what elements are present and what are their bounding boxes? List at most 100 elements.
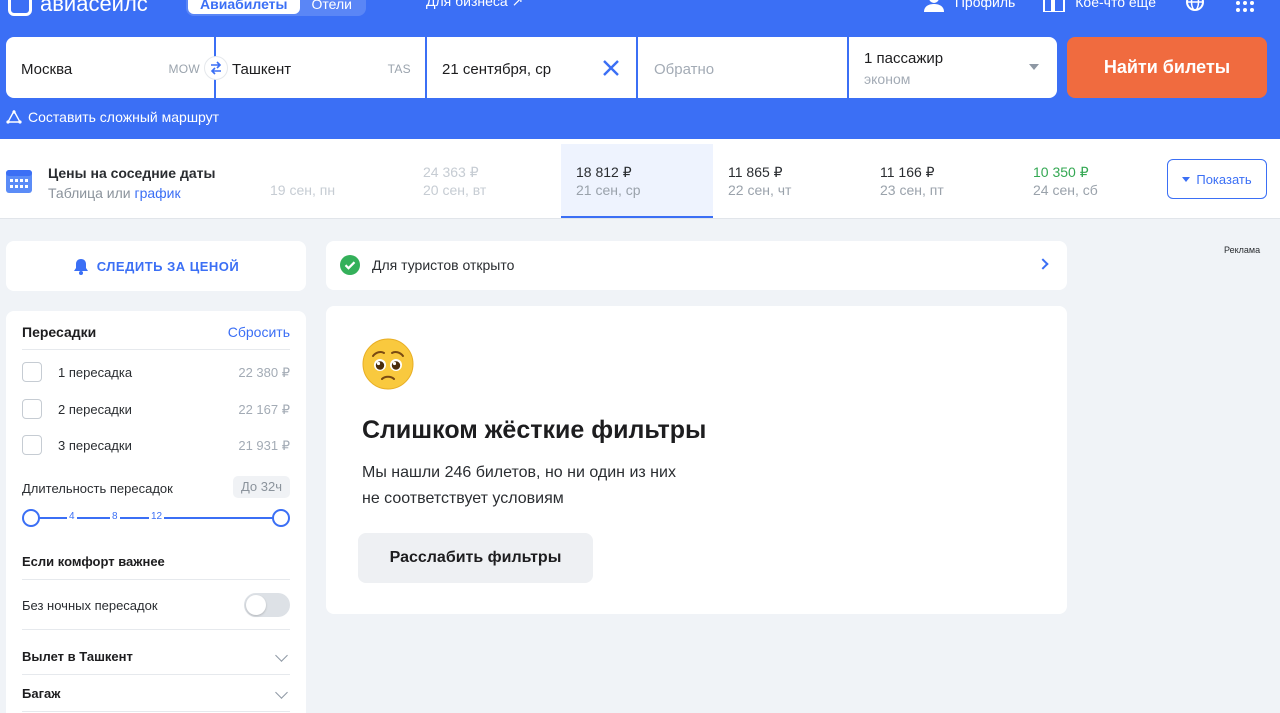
duration-label: Длительность пересадок (22, 481, 173, 496)
empty-description: Мы нашли 246 билетов, но ни один из них … (362, 460, 742, 512)
transfers-title: Пересадки (22, 324, 97, 340)
find-tickets-button[interactable]: Найти билеты (1067, 37, 1267, 98)
transfer-option[interactable]: 2 пересадки 22 167 ₽ (22, 399, 290, 423)
passenger-count: 1 пассажир (864, 50, 944, 67)
logo[interactable]: авиасейлс (8, 0, 148, 17)
clear-date-icon[interactable] (600, 57, 622, 79)
chevron-down-icon (275, 649, 288, 662)
tourist-notice[interactable]: Для туристов открыто (326, 241, 1067, 290)
transfer-option-label: 2 пересадки (58, 402, 132, 417)
toggle-knob (246, 595, 266, 615)
show-label: Показать (1196, 171, 1252, 187)
no-night-label: Без ночных пересадок (22, 598, 158, 613)
filters-panel: Пересадки Сбросить 1 пересадка 22 380 ₽ … (6, 311, 306, 713)
logo-icon (8, 0, 32, 16)
empty-desc-line: Мы нашли 246 билетов, но ни один из них (362, 464, 676, 481)
baggage-title: Багаж (22, 686, 61, 701)
date-cell[interactable]: 10 350 ₽ 24 сен, сб (1018, 144, 1158, 218)
duration-value: До 32ч (232, 476, 290, 498)
date-label: 24 сен, сб (1033, 182, 1098, 198)
date-price: 24 363 ₽ (423, 164, 479, 180)
transfer-option[interactable]: 1 пересадка 22 380 ₽ (22, 362, 290, 386)
ad-label: Реклама (1224, 245, 1261, 255)
pleading-face-icon (362, 338, 414, 390)
origin-field[interactable]: Москва MOW (6, 37, 228, 98)
date-label: 23 сен, пт (880, 182, 944, 198)
transfer-option-price: 22 380 ₽ (238, 365, 290, 380)
slider-max-handle[interactable] (272, 509, 290, 527)
swap-icon (210, 61, 222, 75)
reset-filters-link[interactable]: Сбросить (228, 324, 290, 340)
swap-button[interactable] (204, 56, 228, 80)
profile-label: Профиль (954, 0, 1016, 10)
checkbox[interactable] (22, 435, 42, 455)
apps-grid-icon[interactable] (1234, 0, 1256, 12)
slider-tick: 12 (149, 511, 165, 522)
transfer-option-price: 21 931 ₽ (238, 438, 290, 453)
date-price: 11 166 ₽ (880, 164, 935, 180)
complex-route-link[interactable]: Составить сложный маршрут (6, 109, 219, 125)
transfer-option[interactable]: 3 пересадки 21 931 ₽ (22, 435, 290, 459)
no-night-toggle[interactable] (244, 593, 290, 617)
chevron-right-icon (1037, 258, 1049, 270)
checkbox[interactable] (22, 362, 42, 382)
date-cell-selected[interactable]: 18 812 ₽ 21 сен, ср (561, 144, 713, 218)
divider (22, 674, 290, 675)
depart-date-field[interactable]: 21 сентября, ср (427, 37, 636, 98)
departure-title: Вылет в Ташкент (22, 649, 133, 664)
top-nav: авиасейлс Авиабилеты Отели Для бизнеса ↗… (0, 0, 1280, 26)
check-circle-icon (340, 255, 360, 275)
notice-text: Для туристов открыто (372, 257, 515, 273)
chevron-down-icon (275, 686, 288, 699)
checkbox[interactable] (22, 399, 42, 419)
tab-flights[interactable]: Авиабилеты (188, 0, 300, 14)
calendar-icon (6, 170, 32, 193)
passengers-field[interactable]: 1 пассажир эконом (849, 37, 1057, 98)
relax-filters-button[interactable]: Расслабить фильтры (358, 533, 593, 583)
destination-field[interactable]: Ташкент TAS (216, 37, 425, 98)
date-cell[interactable]: 24 363 ₽ 20 сен, вт (408, 144, 560, 218)
date-label: 21 сен, ср (576, 182, 641, 198)
globe-icon[interactable] (1184, 0, 1206, 12)
slider-min-handle[interactable] (22, 509, 40, 527)
product-tabs: Авиабилеты Отели (186, 0, 366, 16)
slider-tick: 8 (110, 511, 120, 522)
empty-desc-line: не соответствует условиям (362, 490, 564, 507)
divider (22, 579, 290, 580)
search-form: Москва MOW Ташкент TAS 21 сентября, ср О… (6, 37, 1057, 98)
caret-down-icon (1182, 176, 1191, 182)
follow-price-label: СЛЕДИТЬ ЗА ЦЕНОЙ (96, 258, 240, 274)
cabin-class: эконом (864, 71, 911, 87)
divider (22, 629, 290, 630)
top-right-menu: Профиль Кое-что ещё (923, 0, 1256, 12)
transfer-option-label: 1 пересадка (58, 365, 133, 380)
destination-code: TAS (387, 62, 411, 76)
duration-slider[interactable]: 4 8 12 (22, 508, 290, 528)
slider-tick: 4 (67, 511, 77, 522)
depart-date: 21 сентября, ср (442, 61, 552, 78)
tab-hotels[interactable]: Отели (300, 0, 364, 14)
complex-route-label: Составить сложный маршрут (28, 109, 220, 125)
show-dates-button[interactable]: Показать (1167, 159, 1267, 199)
accordion-departure[interactable]: Вылет в Ташкент (22, 649, 290, 669)
profile-button[interactable]: Профиль (923, 0, 1015, 12)
date-price: 11 865 ₽ (728, 164, 783, 180)
date-cell[interactable]: 11 166 ₽ 23 сен, пт (865, 144, 1017, 218)
date-cell[interactable]: 19 сен, пн (255, 144, 407, 218)
follow-price-button[interactable]: СЛЕДИТЬ ЗА ЦЕНОЙ (6, 241, 306, 291)
subtitle-prefix: Таблица или (48, 185, 135, 201)
more-button[interactable]: Кое-что ещё (1043, 0, 1156, 12)
more-label: Кое-что ещё (1075, 0, 1156, 10)
route-icon (6, 110, 22, 124)
bell-icon (73, 258, 88, 275)
user-icon (923, 0, 944, 12)
return-date-field[interactable]: Обратно (638, 37, 847, 98)
accordion-baggage[interactable]: Багаж (22, 686, 290, 706)
date-label: 19 сен, пн (270, 182, 336, 198)
empty-results-card: Слишком жёсткие фильтры Мы нашли 246 бил… (326, 306, 1067, 614)
date-cell[interactable]: 11 865 ₽ 22 сен, чт (713, 144, 865, 218)
business-link[interactable]: Для бизнеса ↗ (426, 0, 523, 10)
chart-link[interactable]: график (134, 185, 180, 201)
date-price: 10 350 ₽ (1033, 164, 1089, 180)
date-label: 22 сен, чт (728, 182, 792, 198)
